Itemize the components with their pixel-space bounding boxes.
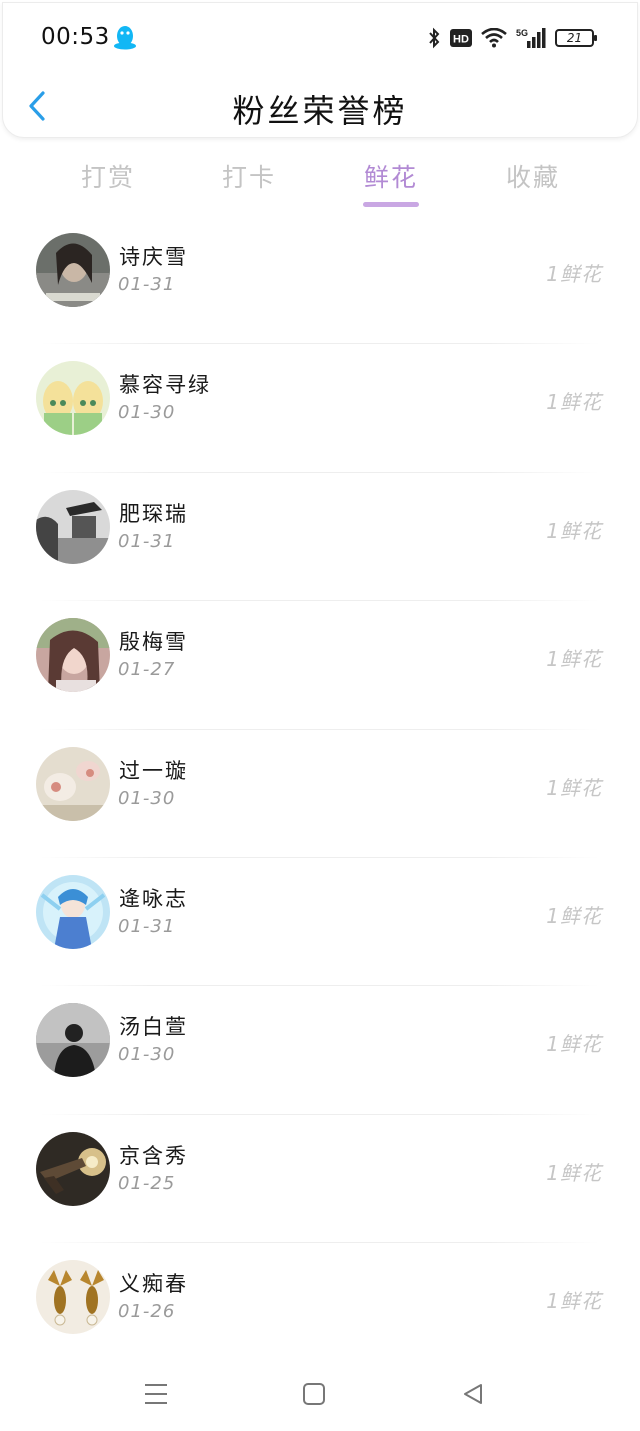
fan-date: 01-30 [118,787,176,809]
fan-amount: 1鲜花 [546,903,602,928]
qq-penguin-icon [113,23,137,51]
menu-icon[interactable] [138,1376,174,1412]
avatar[interactable] [36,618,110,693]
tab-reward[interactable]: 打赏 [48,158,168,194]
tab-active-indicator [363,202,419,207]
list-item[interactable]: 殷梅雪 01-27 1鲜花 [0,601,640,730]
avatar[interactable] [36,746,110,821]
nav-bar: 粉丝荣誉榜 [0,76,640,136]
fan-amount: 1鲜花 [546,518,602,543]
fan-date: 01-26 [118,1301,176,1323]
fan-date: 01-31 [118,274,176,295]
fan-date: 01-31 [118,530,176,552]
fan-amount: 1鲜花 [546,262,602,286]
tab-favorites[interactable]: 收藏 [473,158,593,194]
tab-bar: 打赏 打卡 鲜花 收藏 [0,150,640,214]
list-item[interactable]: 过一璇 01-30 1鲜花 [0,730,640,859]
fan-amount: 1鲜花 [546,1160,602,1185]
avatar[interactable] [36,1003,110,1078]
avatar[interactable] [36,1131,110,1206]
network-label: 5G [516,28,528,38]
fan-name: 义痴春 [119,1272,188,1297]
fan-amount: 1鲜花 [546,1289,602,1314]
battery-indicator: 21 [555,29,597,47]
avatar[interactable] [36,361,110,436]
bluetooth-icon [427,27,441,49]
signal-icon: 5G [516,27,546,49]
fan-name: 殷梅雪 [119,630,188,655]
home-icon[interactable] [296,1376,332,1412]
fan-date: 01-25 [118,1172,176,1194]
list-item[interactable]: 逄咏志 01-31 1鲜花 [0,858,640,987]
fan-name: 慕容寻绿 [119,373,211,398]
fan-name: 过一璇 [119,758,188,783]
fan-name: 汤白萱 [119,1015,188,1040]
hd-badge: HD [450,29,472,47]
avatar[interactable] [36,874,110,949]
avatar[interactable] [36,489,110,564]
fan-list: 诗庆雪 01-31 1鲜花 慕容寻绿 01-30 1鲜花 肥琛瑞 01-31 1… [0,216,640,1372]
avatar[interactable] [36,1260,110,1335]
fan-name: 诗庆雪 [119,245,188,269]
fan-date: 01-27 [118,659,176,681]
system-nav-bar [0,1360,640,1431]
avatar[interactable] [36,233,110,307]
fan-amount: 1鲜花 [546,775,602,800]
list-item[interactable]: 诗庆雪 01-31 1鲜花 [0,216,640,345]
fan-name: 肥琛瑞 [119,501,188,526]
status-time: 00:53 [41,24,110,50]
list-item[interactable]: 汤白萱 01-30 1鲜花 [0,986,640,1116]
fan-date: 01-30 [118,402,176,424]
status-bar: 00:53 HD 5G 21 [0,0,640,76]
fan-amount: 1鲜花 [546,390,602,415]
hd-text: HD [453,34,469,46]
list-item[interactable]: 肥琛瑞 01-31 1鲜花 [0,473,640,602]
list-item[interactable]: 京含秀 01-25 1鲜花 [0,1115,640,1244]
fan-amount: 1鲜花 [546,1032,602,1057]
fan-date: 01-31 [118,915,176,937]
tab-flowers[interactable]: 鲜花 [331,158,451,194]
page-title: 粉丝荣誉榜 [232,92,408,130]
fan-date: 01-30 [118,1044,176,1066]
fan-name: 逄咏志 [119,886,188,911]
list-item[interactable]: 慕容寻绿 01-30 1鲜花 [0,344,640,474]
tab-checkin[interactable]: 打卡 [189,158,309,194]
fan-name: 京含秀 [119,1143,188,1168]
list-item[interactable]: 义痴春 01-26 1鲜花 [0,1243,640,1371]
wifi-icon [481,28,507,48]
status-icons: HD 5G 21 [427,24,597,52]
back-triangle-icon[interactable] [455,1376,491,1412]
fan-amount: 1鲜花 [546,647,602,672]
